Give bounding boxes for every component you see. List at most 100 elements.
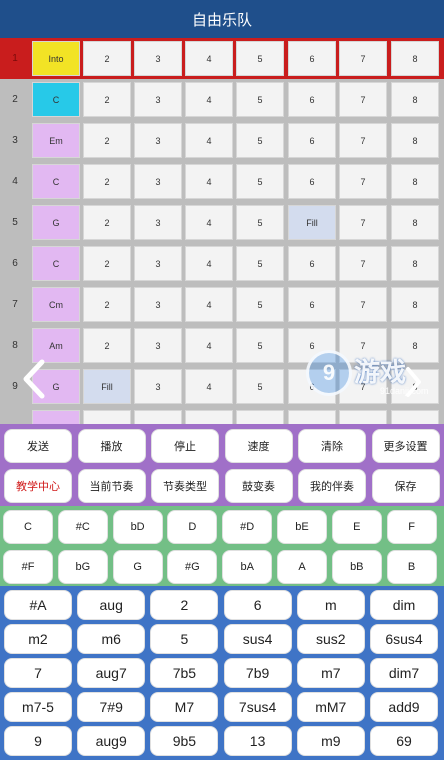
beat-cell[interactable]: 5 xyxy=(236,164,284,199)
beat-cell[interactable]: 2 xyxy=(83,164,131,199)
beat-cell[interactable]: 6 xyxy=(288,123,336,158)
root-note-button[interactable]: bG xyxy=(57,550,108,584)
chord-type-button[interactable]: 6sus4 xyxy=(370,624,438,654)
beat-cell[interactable] xyxy=(288,410,336,424)
chord-type-button[interactable]: 69 xyxy=(370,726,438,756)
stop-button[interactable]: 停止 xyxy=(151,429,219,463)
root-note-button[interactable]: B xyxy=(386,550,437,584)
more-settings-button[interactable]: 更多设置 xyxy=(371,429,440,463)
chord-type-button[interactable]: 7b9 xyxy=(223,658,292,688)
beat-cell[interactable]: 3 xyxy=(134,369,182,404)
chord-type-button[interactable]: 7#9 xyxy=(77,692,146,722)
beat-cell[interactable]: 5 xyxy=(236,205,284,240)
beat-cell[interactable]: 6 xyxy=(288,82,336,117)
save-button[interactable]: 保存 xyxy=(371,469,440,503)
beat-cell[interactable]: 8 xyxy=(391,41,439,76)
beat-cell[interactable] xyxy=(134,410,182,424)
beat-cell[interactable]: 4 xyxy=(185,246,233,281)
beat-cell[interactable]: 7 xyxy=(339,205,387,240)
chord-type-button[interactable]: 2 xyxy=(150,590,219,620)
beat-cell[interactable] xyxy=(339,410,387,424)
fill-cell[interactable]: Fill xyxy=(83,369,131,404)
root-note-button[interactable]: E xyxy=(331,510,382,544)
beat-cell[interactable]: 6 xyxy=(288,164,336,199)
tempo-button[interactable]: 速度 xyxy=(224,429,293,463)
my-accompaniment-button[interactable]: 我的伴奏 xyxy=(298,469,366,503)
beat-cell[interactable]: 2 xyxy=(83,82,131,117)
beat-cell[interactable]: 5 xyxy=(236,328,284,363)
root-note-button[interactable]: F xyxy=(386,510,437,544)
chord-type-button[interactable]: 13 xyxy=(223,726,292,756)
clear-button[interactable]: 清除 xyxy=(298,429,366,463)
beat-cell[interactable]: 5 xyxy=(236,123,284,158)
beat-cell[interactable]: 8 xyxy=(391,287,439,322)
beat-cell[interactable]: 7 xyxy=(339,41,387,76)
root-note-button[interactable]: #D xyxy=(222,510,273,544)
root-note-button[interactable]: D xyxy=(167,510,218,544)
beat-cell[interactable]: 2 xyxy=(83,287,131,322)
chord-type-button[interactable]: 6 xyxy=(223,590,292,620)
chord-cell[interactable]: C xyxy=(32,82,80,117)
chord-type-button[interactable]: m7 xyxy=(296,658,365,688)
beat-cell[interactable] xyxy=(391,410,439,424)
beat-cell[interactable]: 3 xyxy=(134,164,182,199)
root-note-button[interactable]: #C xyxy=(57,510,108,544)
current-rhythm-button[interactable]: 当前节奏 xyxy=(77,469,146,503)
beat-cell[interactable] xyxy=(185,410,233,424)
chord-type-button[interactable]: 5 xyxy=(150,624,219,654)
beat-cell[interactable]: 4 xyxy=(185,82,233,117)
beat-cell[interactable] xyxy=(83,410,131,424)
beat-cell[interactable]: 4 xyxy=(185,287,233,322)
beat-cell[interactable]: 6 xyxy=(288,287,336,322)
beat-cell[interactable]: 5 xyxy=(236,287,284,322)
chord-type-button[interactable]: m7-5 xyxy=(4,692,72,722)
beat-cell[interactable]: 8 xyxy=(391,328,439,363)
chord-type-button[interactable]: m6 xyxy=(77,624,146,654)
beat-cell[interactable]: 5 xyxy=(236,246,284,281)
chord-type-button[interactable]: m9 xyxy=(296,726,365,756)
beat-cell[interactable]: 5 xyxy=(236,82,284,117)
chord-type-button[interactable]: #A xyxy=(4,590,72,620)
beat-cell[interactable]: 2 xyxy=(83,246,131,281)
beat-cell[interactable]: 5 xyxy=(236,369,284,404)
root-note-button[interactable]: bA xyxy=(222,550,273,584)
drum-variation-button[interactable]: 鼓变奏 xyxy=(224,469,293,503)
beat-cell[interactable]: 3 xyxy=(134,246,182,281)
beat-cell[interactable]: 8 xyxy=(391,246,439,281)
chord-type-button[interactable]: sus4 xyxy=(223,624,292,654)
beat-cell[interactable]: 3 xyxy=(134,328,182,363)
beat-cell[interactable]: 7 xyxy=(339,369,387,404)
chord-cell[interactable]: Cm xyxy=(32,287,80,322)
beat-cell[interactable]: 7 xyxy=(339,328,387,363)
beat-cell[interactable]: 4 xyxy=(185,369,233,404)
beat-cell[interactable]: 3 xyxy=(134,205,182,240)
chord-type-button[interactable]: M7 xyxy=(150,692,219,722)
rhythm-type-button[interactable]: 节奏类型 xyxy=(151,469,219,503)
chord-type-button[interactable]: dim7 xyxy=(370,658,438,688)
beat-cell[interactable]: 4 xyxy=(185,205,233,240)
fill-cell[interactable]: Fill xyxy=(288,205,336,240)
beat-cell[interactable]: 6 xyxy=(288,369,336,404)
teaching-center-button[interactable]: 教学中心 xyxy=(4,469,72,503)
chord-type-button[interactable]: mM7 xyxy=(296,692,365,722)
chord-type-button[interactable]: aug9 xyxy=(77,726,146,756)
beat-cell[interactable]: 2 xyxy=(83,41,131,76)
beat-cell[interactable]: 7 xyxy=(339,82,387,117)
chord-type-button[interactable]: aug7 xyxy=(77,658,146,688)
root-note-button[interactable]: A xyxy=(277,550,327,584)
beat-cell[interactable]: 3 xyxy=(134,287,182,322)
beat-cell[interactable]: 7 xyxy=(339,287,387,322)
root-note-button[interactable]: bB xyxy=(331,550,382,584)
chord-type-button[interactable]: aug xyxy=(77,590,146,620)
send-button[interactable]: 发送 xyxy=(4,429,72,463)
beat-cell[interactable]: 3 xyxy=(134,123,182,158)
beat-cell[interactable]: 6 xyxy=(288,41,336,76)
chord-type-button[interactable]: 7 xyxy=(4,658,72,688)
beat-cell[interactable]: 7 xyxy=(339,164,387,199)
beat-cell[interactable]: 7 xyxy=(339,123,387,158)
play-button[interactable]: 播放 xyxy=(77,429,146,463)
beat-cell[interactable]: 5 xyxy=(236,41,284,76)
chord-type-button[interactable]: 9b5 xyxy=(150,726,219,756)
chord-type-button[interactable]: 7b5 xyxy=(150,658,219,688)
beat-cell[interactable]: 3 xyxy=(134,82,182,117)
